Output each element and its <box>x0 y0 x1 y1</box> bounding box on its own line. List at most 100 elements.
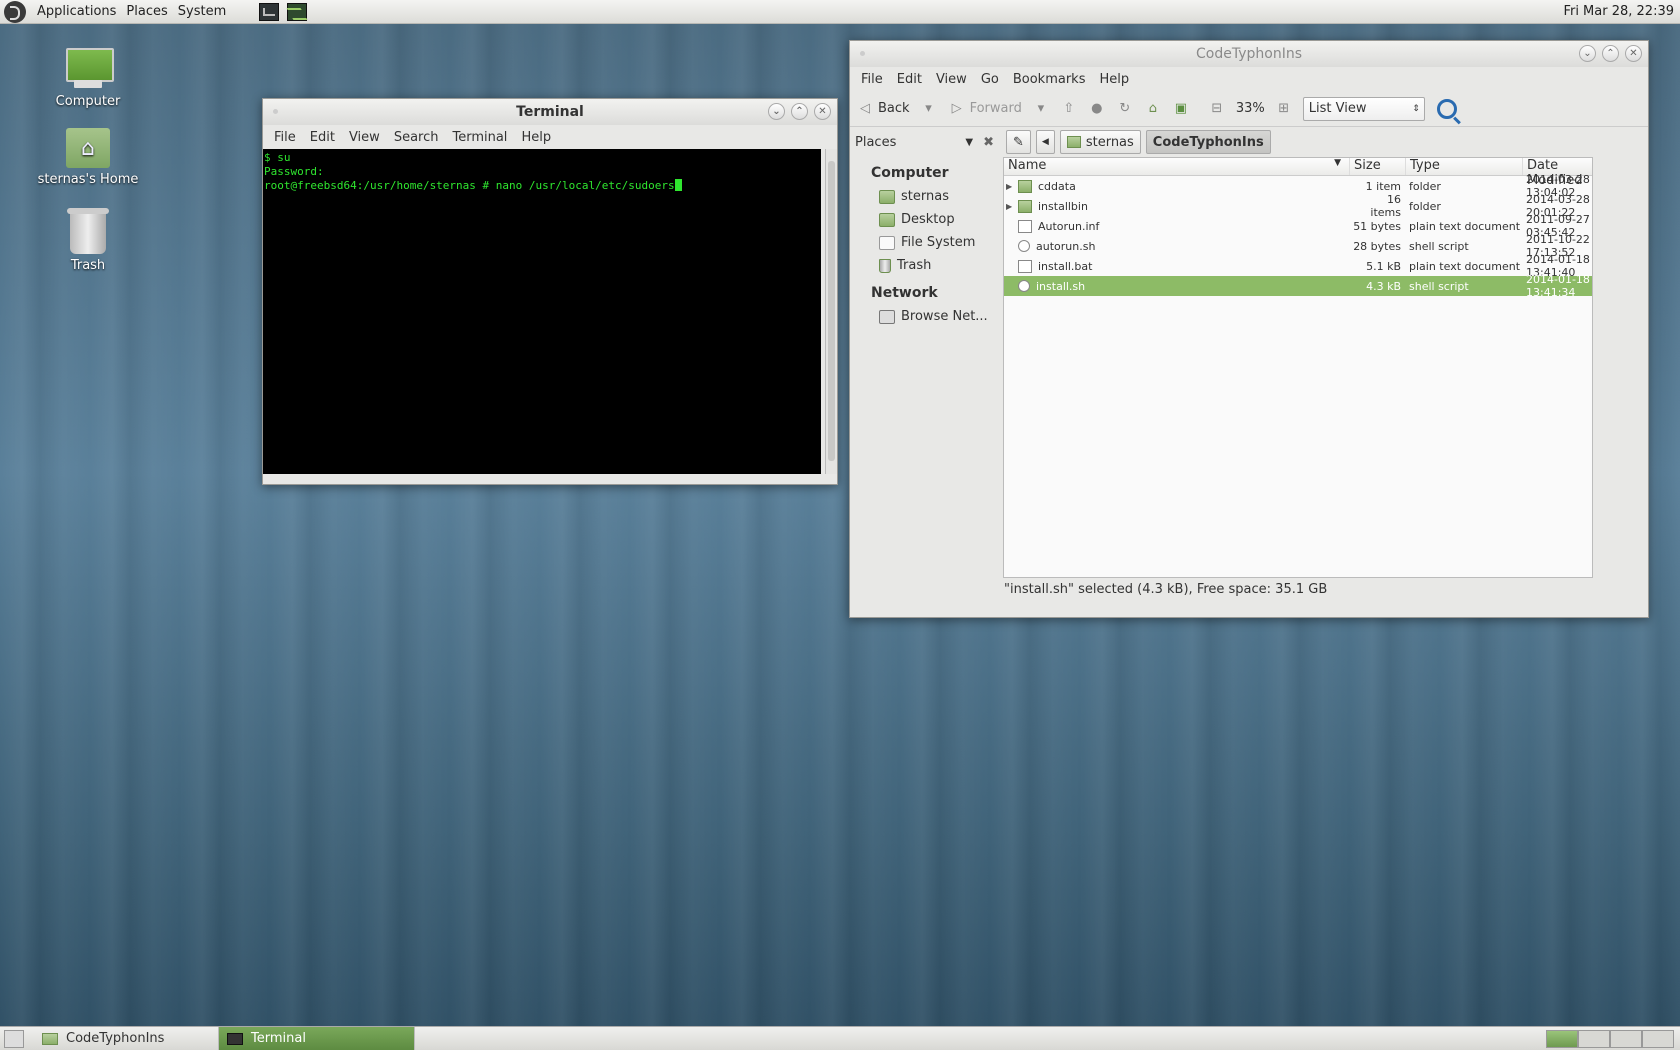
scrollbar-thumb[interactable] <box>828 161 835 461</box>
sidebar-item-trash[interactable]: Trash <box>850 254 1002 277</box>
taskbar-item-file-manager[interactable]: CodeTyphonIns <box>34 1026 219 1050</box>
workspace-2[interactable] <box>1578 1029 1610 1048</box>
sidebar-section-computer: Computer <box>871 165 949 181</box>
close-button[interactable]: ✕ <box>1625 45 1642 62</box>
distro-logo-icon[interactable] <box>4 0 26 23</box>
sidebar-type-dropdown-icon[interactable]: ▼ <box>965 137 973 148</box>
places-sidebar: Places ▼ ✖ Computer sternas Desktop File… <box>850 127 1002 578</box>
toggle-location-button[interactable]: ✎ <box>1006 130 1031 154</box>
back-arrow-icon: ◁ <box>860 100 870 116</box>
menu-file[interactable]: File <box>267 130 303 145</box>
terminal-titlebar[interactable]: Terminal ⌄ ⌃ ✕ <box>263 99 837 125</box>
menu-terminal[interactable]: Terminal <box>445 130 514 145</box>
menu-edit[interactable]: Edit <box>890 72 929 87</box>
folder-icon <box>42 1032 58 1045</box>
menu-system[interactable]: System <box>173 4 231 19</box>
view-mode-select[interactable]: List View ⇕ <box>1302 96 1425 121</box>
zoom-out-button[interactable]: ⊟ <box>1208 100 1226 118</box>
menu-bookmarks[interactable]: Bookmarks <box>1006 72 1093 87</box>
path-button-sternas[interactable]: sternas <box>1059 130 1141 154</box>
file-size: 1 item <box>1365 179 1401 193</box>
zoom-in-icon: ⊞ <box>1278 100 1290 116</box>
file-list[interactable]: Name ▼ Size Type Date Modified ▶ cddata 1 … <box>1003 157 1593 578</box>
sidebar-item-desktop[interactable]: Desktop <box>850 208 1002 231</box>
desktop-icon-computer[interactable]: Computer <box>28 46 148 109</box>
back-button[interactable]: ◁ Back <box>856 100 910 118</box>
sidebar-item-sternas[interactable]: sternas <box>850 185 1002 208</box>
home-icon: ⌂ <box>1148 100 1157 116</box>
computer-button[interactable]: ▣ <box>1172 100 1190 118</box>
sidebar-item-browse-network[interactable]: Browse Net... <box>850 305 1002 328</box>
forward-history-dropdown[interactable]: ▾ <box>1032 100 1050 118</box>
search-icon[interactable] <box>1436 98 1457 119</box>
menu-view[interactable]: View <box>342 130 387 145</box>
window-menu-icon[interactable] <box>860 51 865 56</box>
path-scroll-left-button[interactable]: ◀ <box>1035 130 1055 154</box>
show-desktop-icon[interactable] <box>4 1029 24 1048</box>
file-row[interactable]: ▶ cddata 1 item folder 2014-03-28 13:04:0… <box>1004 173 1592 199</box>
file-row[interactable]: autorun.sh 28 bytes shell script 2011-10… <box>1004 233 1592 259</box>
top-panel: Applications Places System Fri Mar 28, 2… <box>0 0 1680 24</box>
forward-button[interactable]: ▷ Forward <box>948 100 1022 118</box>
zoom-level: 33% <box>1235 101 1265 116</box>
up-arrow-icon: ⇧ <box>1063 100 1075 116</box>
file-manager-titlebar[interactable]: CodeTyphonIns ⌄ ⌃ ✕ <box>850 41 1648 67</box>
terminal-scrollbar[interactable] <box>825 149 837 474</box>
desktop-icon-trash[interactable]: Trash <box>28 208 148 273</box>
terminal-launcher-icon[interactable] <box>259 2 280 21</box>
expander-icon[interactable]: ▶ <box>1006 182 1016 191</box>
sort-descending-icon: ▼ <box>1334 158 1341 168</box>
terminal-output[interactable]: $ su Password: root@freebsd64:/usr/home/st… <box>263 149 821 474</box>
menu-view[interactable]: View <box>929 72 974 87</box>
sidebar-close-icon[interactable]: ✖ <box>983 135 994 150</box>
expander-icon[interactable]: ▶ <box>1006 202 1016 211</box>
system-monitor-launcher-icon[interactable] <box>287 2 308 21</box>
path-button-current[interactable]: CodeTyphonIns <box>1145 130 1271 154</box>
column-type[interactable]: Type <box>1405 158 1522 175</box>
file-name: Autorun.inf <box>1038 219 1100 233</box>
menu-applications[interactable]: Applications <box>32 4 121 19</box>
up-button[interactable]: ⇧ <box>1060 100 1078 118</box>
stop-button[interactable]: ● <box>1088 100 1106 118</box>
home-button[interactable]: ⌂ <box>1144 100 1162 118</box>
sidebar-item-filesystem[interactable]: File System <box>850 231 1002 254</box>
menu-go[interactable]: Go <box>974 72 1006 87</box>
menu-places[interactable]: Places <box>121 4 172 19</box>
file-row[interactable]: Autorun.inf 51 bytes plain text document… <box>1004 213 1592 239</box>
column-size[interactable]: Size <box>1349 158 1405 175</box>
file-row-selected[interactable]: install.sh 4.3 kB shell script 2014-01-1… <box>1004 273 1592 299</box>
workspace-3[interactable] <box>1610 1029 1642 1048</box>
menu-search[interactable]: Search <box>387 130 446 145</box>
file-name: autorun.sh <box>1036 239 1096 253</box>
menu-help[interactable]: Help <box>514 130 558 145</box>
workspace-4[interactable] <box>1642 1029 1674 1048</box>
column-name[interactable]: Name ▼ <box>1004 158 1349 175</box>
sidebar-item-label: Trash <box>897 258 932 273</box>
minimize-button[interactable]: ⌄ <box>1579 45 1596 62</box>
zoom-in-button[interactable]: ⊞ <box>1275 100 1293 118</box>
minimize-button[interactable]: ⌄ <box>768 103 785 120</box>
file-size: 51 bytes <box>1353 219 1401 233</box>
file-size: 28 bytes <box>1353 239 1401 253</box>
menu-help[interactable]: Help <box>1092 72 1136 87</box>
desktop-icon-home[interactable]: sternas's Home <box>28 128 148 187</box>
menu-file[interactable]: File <box>854 72 890 87</box>
reload-button[interactable]: ↻ <box>1116 100 1134 118</box>
file-row[interactable]: install.bat 5.1 kB plain text document 2… <box>1004 253 1592 279</box>
back-history-dropdown[interactable]: ▾ <box>920 100 938 118</box>
trash-icon <box>67 208 109 254</box>
maximize-button[interactable]: ⌃ <box>1602 45 1619 62</box>
terminal-title: Terminal <box>516 104 584 120</box>
workspace-1[interactable] <box>1546 1029 1578 1048</box>
close-button[interactable]: ✕ <box>814 103 831 120</box>
panel-clock[interactable]: Fri Mar 28, 22:39 <box>1563 4 1680 19</box>
desktop-icon-label: Computer <box>55 94 121 109</box>
window-menu-icon[interactable] <box>273 109 278 114</box>
menu-edit[interactable]: Edit <box>303 130 342 145</box>
script-file-icon <box>1018 280 1030 292</box>
maximize-button[interactable]: ⌃ <box>791 103 808 120</box>
file-row[interactable]: ▶ installbin 16 items folder 2014-03-28 2… <box>1004 193 1592 219</box>
taskbar-item-terminal[interactable]: Terminal <box>219 1026 415 1050</box>
text-file-icon <box>1018 219 1032 233</box>
file-type: shell script <box>1409 239 1469 253</box>
